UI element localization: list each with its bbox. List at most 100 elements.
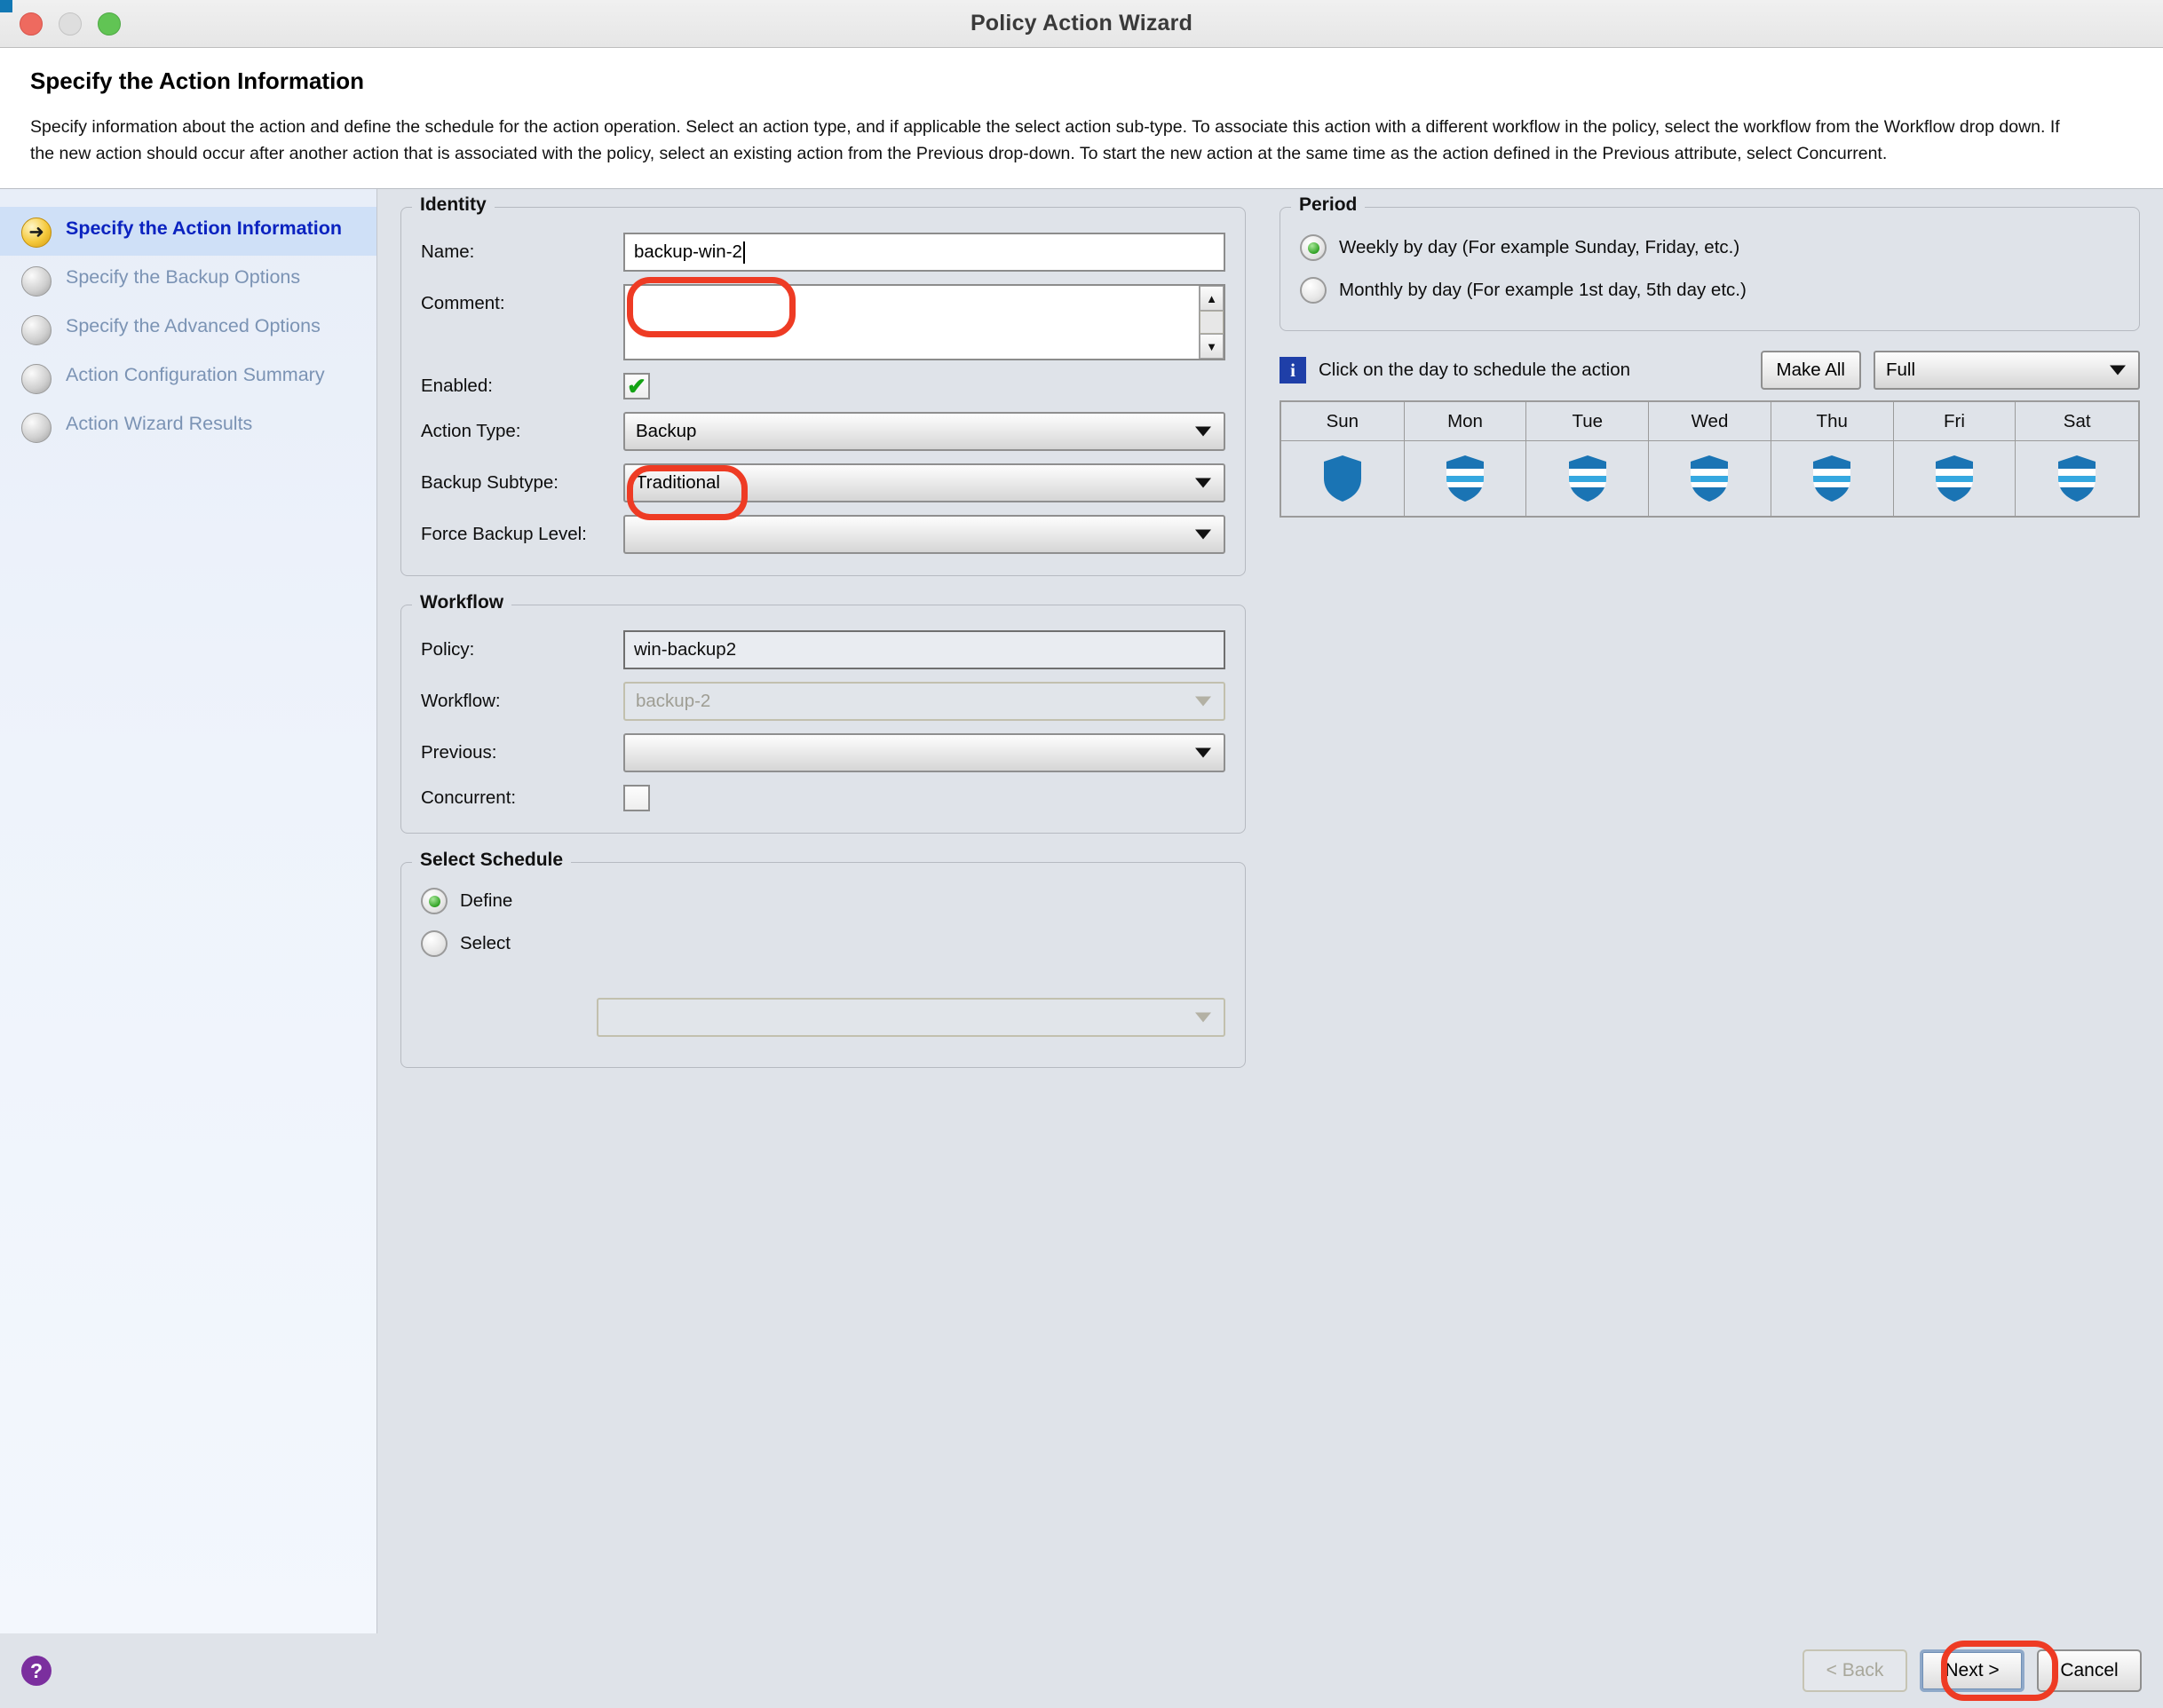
day-cell-sat[interactable] [2015,439,2140,518]
policy-row: Policy: win-backup2 [421,630,1225,670]
back-button: < Back [1802,1649,1907,1692]
next-button[interactable]: Next > [1920,1649,2024,1692]
action-type-label: Action Type: [421,421,521,442]
day-header-tue: Tue [1525,400,1650,441]
shield-incremental-icon [1935,455,1973,502]
footer-buttons: < Back Next > Cancel [1802,1649,2142,1692]
enabled-label: Enabled: [421,376,493,397]
schedule-option-label: Define [460,890,513,912]
period-group: Period Weekly by day (For example Sunday… [1280,194,2140,332]
checkmark-icon: ✔ [627,373,646,400]
step-pending-bullet-icon [21,315,52,346]
text-caret [742,241,745,264]
comment-textarea-wrapper: ▲ ▼ [623,284,1225,361]
chevron-down-icon [1195,747,1211,758]
day-header-sun: Sun [1280,400,1405,441]
scrollbar-thumb[interactable] [1200,311,1224,335]
period-option-label: Weekly by day (For example Sunday, Frida… [1339,237,1740,258]
force-backup-level-row: Force Backup Level: [421,515,1225,555]
backup-subtype-select[interactable]: Traditional [623,463,1225,503]
cancel-button[interactable]: Cancel [2037,1649,2142,1692]
previous-label: Previous: [421,742,497,763]
comment-textarea[interactable] [625,286,1199,359]
sidebar-item-action-configuration-summary[interactable]: Action Configuration Summary [0,353,376,402]
day-cell-thu[interactable] [1770,439,1894,518]
action-type-row: Action Type: Backup [421,412,1225,452]
previous-row: Previous: [421,733,1225,773]
schedule-option-select[interactable]: Select [421,930,1225,958]
period-option-label: Monthly by day (For example 1st day, 5th… [1339,280,1747,301]
force-backup-level-select[interactable] [623,515,1225,555]
chevron-down-icon [1195,696,1211,707]
name-label: Name: [421,241,475,263]
day-cell-tue[interactable] [1525,439,1650,518]
action-type-select[interactable]: Backup [623,412,1225,452]
name-row: Name: backup-win-2 [421,233,1225,273]
workflow-select: backup-2 [623,682,1225,722]
chevron-down-icon [1195,1012,1211,1023]
sidebar-item-specify-action-information[interactable]: Specify the Action Information [0,207,376,257]
day-cell-mon[interactable] [1403,439,1527,518]
help-icon[interactable]: ? [21,1656,52,1686]
sidebar-item-specify-backup-options[interactable]: Specify the Backup Options [0,256,376,304]
day-header-sat: Sat [2015,400,2140,441]
identity-group: Identity Name: backup-win-2 Comment: ▲ ▼… [400,194,1246,577]
right-column: Period Weekly by day (For example Sunday… [1280,194,2140,518]
info-icon: i [1280,357,1306,384]
make-all-button[interactable]: Make All [1760,351,1861,391]
policy-label: Policy: [421,639,475,660]
period-legend: Period [1291,194,1366,217]
backup-subtype-label: Backup Subtype: [421,472,559,494]
concurrent-checkbox[interactable] [623,785,650,812]
concurrent-row: Concurrent: [421,785,1225,812]
identity-legend: Identity [412,194,495,217]
backup-level-value: Full [1886,360,1916,381]
chevron-down-icon [1195,426,1211,437]
sidebar-item-action-wizard-results[interactable]: Action Wizard Results [0,402,376,451]
day-cell-wed[interactable] [1648,439,1771,518]
schedule-option-define[interactable]: Define [421,888,1225,915]
shield-incremental-icon [1813,455,1851,502]
workflow-legend: Workflow [412,592,512,614]
period-option-monthly[interactable]: Monthly by day (For example 1st day, 5th… [1300,277,2119,304]
scroll-down-icon[interactable]: ▼ [1200,334,1224,360]
select-schedule-group: Select Schedule Define Select [400,850,1246,1069]
shield-incremental-icon [2058,455,2096,502]
sidebar-item-specify-advanced-options[interactable]: Specify the Advanced Options [0,304,376,353]
sidebar-item-label: Action Configuration Summary [66,364,325,386]
scroll-up-icon[interactable]: ▲ [1200,286,1224,312]
step-pending-bullet-icon [21,364,52,395]
period-option-weekly[interactable]: Weekly by day (For example Sunday, Frida… [1300,234,2119,262]
chevron-down-icon [1195,529,1211,540]
schedule-hint-text: Click on the day to schedule the action [1319,360,1630,381]
radio-monthly-icon[interactable] [1300,277,1327,304]
shield-incremental-icon [1568,455,1606,502]
day-cell-row [1280,439,2140,518]
name-input-value: backup-win-2 [634,241,742,263]
concurrent-label: Concurrent: [421,787,517,809]
workflow-group: Workflow Policy: win-backup2 Workflow: b… [400,592,1246,834]
day-cell-fri[interactable] [1892,439,2016,518]
day-cell-sun[interactable] [1280,439,1405,518]
backup-level-select[interactable]: Full [1874,351,2140,391]
radio-select-icon[interactable] [421,930,448,958]
window-title: Policy Action Wizard [970,11,1193,36]
day-header-mon: Mon [1403,400,1527,441]
comment-scrollbar[interactable]: ▲ ▼ [1199,286,1224,360]
enabled-row: Enabled: ✔ [421,373,1225,400]
enabled-checkbox[interactable]: ✔ [623,373,650,400]
workflow-label: Workflow: [421,691,501,712]
backup-subtype-row: Backup Subtype: Traditional [421,463,1225,503]
previous-select[interactable] [623,733,1225,773]
chevron-down-icon [2110,365,2126,376]
name-input[interactable]: backup-win-2 [623,233,1225,273]
sidebar-item-label: Action Wizard Results [66,413,253,435]
wizard-header: Specify the Action Information Specify i… [0,48,2163,190]
window-titlebar: Policy Action Wizard [0,0,2163,48]
schedule-option-label: Select [460,933,511,954]
radio-define-icon[interactable] [421,888,448,915]
radio-weekly-icon[interactable] [1300,234,1327,262]
left-column: Identity Name: backup-win-2 Comment: ▲ ▼… [400,194,1246,1096]
radio-dot [1307,241,1319,254]
wizard-footer: ? < Back Next > Cancel [0,1633,2163,1708]
